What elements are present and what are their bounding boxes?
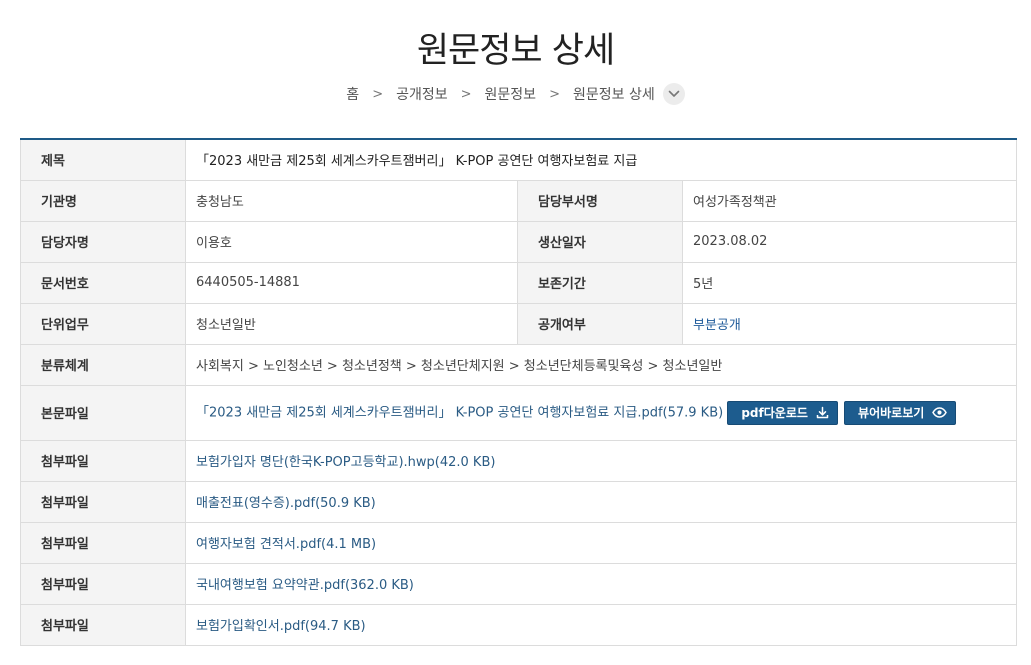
agency-row: 기관명 충청남도 담당부서명 여성가족정책관 [20,179,1018,222]
attachment-link[interactable]: 보험가입자 명단(한국K-POP고등학교).hwp(42.0 KB) [196,455,495,470]
breadcrumb-current: 원문정보 상세 [572,87,655,103]
dept-value: 여성가족정책관 [681,179,1018,222]
retention-label: 보존기간 [517,261,683,304]
attachment-row: 첨부파일 보험가입확인서.pdf(94.7 KB) [20,603,1018,646]
category-label: 분류체계 [20,343,186,386]
dept-label: 담당부서명 [517,179,683,222]
attachment-label: 첨부파일 [20,439,186,482]
agency-value: 충청남도 [185,179,518,222]
category-row: 분류체계 사회복지 > 노인청소년 > 청소년정책 > 청소년단체지원 > 청소… [20,343,1018,386]
breadcrumb-separator: > [460,86,472,102]
breadcrumb-home[interactable]: 홈 [346,84,359,104]
attachment-row: 첨부파일 여행자보험 견적서.pdf(4.1 MB) [20,521,1018,564]
attachment-cell: 매출전표(영수증).pdf(50.9 KB) [184,480,1018,523]
attachment-label: 첨부파일 [20,603,186,646]
disclosure-label: 공개여부 [517,302,683,345]
person-row: 담당자명 이용호 생산일자 2023.08.02 [20,220,1018,263]
attachment-row: 첨부파일 국내여행보험 요약약관.pdf(362.0 KB) [20,562,1018,605]
attachment-link[interactable]: 국내여행보험 요약약관.pdf(362.0 KB) [196,578,414,593]
title-row: 제목 「2023 새만금 제25회 세계스카우트잼버리」 K-POP 공연단 여… [20,138,1018,181]
retention-value: 5년 [681,261,1018,304]
disclosure-value: 부분공개 [681,302,1018,345]
disclosure-status-link[interactable]: 부분공개 [693,318,741,333]
page-title: 원문정보 상세 [416,31,615,71]
attachment-link[interactable]: 보험가입확인서.pdf(94.7 KB) [196,619,366,634]
attachment-row: 첨부파일 매출전표(영수증).pdf(50.9 KB) [20,480,1018,523]
pdf-download-label: pdf다운로드 [741,406,808,420]
attachment-label: 첨부파일 [20,521,186,564]
attachment-link[interactable]: 여행자보험 견적서.pdf(4.1 MB) [196,537,376,552]
attachment-link[interactable]: 매출전표(영수증).pdf(50.9 KB) [196,496,376,511]
detail-table: 제목 「2023 새만금 제25회 세계스카우트잼버리」 K-POP 공연단 여… [20,138,1018,646]
docno-row: 문서번호 6440505-14881 보존기간 5년 [20,261,1018,304]
body-file-label: 본문파일 [20,384,186,441]
attachment-cell: 보험가입확인서.pdf(94.7 KB) [184,603,1018,646]
body-file-row: 본문파일 「2023 새만금 제25회 세계스카우트잼버리」 K-POP 공연단… [20,384,1018,441]
eye-icon [932,407,948,418]
title-label: 제목 [20,138,186,181]
chevron-down-icon [668,90,680,97]
attachment-cell: 여행자보험 견적서.pdf(4.1 MB) [184,521,1018,564]
docno-value: 6440505-14881 [185,261,518,304]
body-file-link[interactable]: 「2023 새만금 제25회 세계스카우트잼버리」 K-POP 공연단 여행자보… [196,405,723,420]
attachment-cell: 보험가입자 명단(한국K-POP고등학교).hwp(42.0 KB) [184,439,1018,482]
viewer-button[interactable]: 뷰어바로보기 [844,400,957,425]
breadcrumb-public-info[interactable]: 공개정보 [396,84,448,104]
date-label: 생산일자 [517,220,683,263]
task-row: 단위업무 청소년일반 공개여부 부분공개 [20,302,1018,345]
breadcrumb-separator: > [372,86,384,102]
pdf-download-button[interactable]: pdf다운로드 [727,400,838,425]
breadcrumb: 홈 > 공개정보 > 원문정보 > 원문정보 상세 [0,82,1031,106]
body-file-cell: 「2023 새만금 제25회 세계스카우트잼버리」 K-POP 공연단 여행자보… [184,384,1018,441]
agency-label: 기관명 [20,179,186,222]
attachment-label: 첨부파일 [20,480,186,523]
breadcrumb-separator: > [549,86,560,102]
docno-label: 문서번호 [20,261,186,304]
download-icon [816,406,829,419]
attachment-label: 첨부파일 [20,562,186,605]
breadcrumb-expand-button[interactable] [662,83,685,105]
category-value: 사회복지 > 노인청소년 > 청소년정책 > 청소년단체지원 > 청소년단체등록… [184,343,1018,386]
attachment-cell: 국내여행보험 요약약관.pdf(362.0 KB) [184,562,1018,605]
attachment-row: 첨부파일 보험가입자 명단(한국K-POP고등학교).hwp(42.0 KB) [20,439,1018,482]
viewer-label: 뷰어바로보기 [858,406,925,420]
breadcrumb-original-info[interactable]: 원문정보 [485,84,537,104]
date-value: 2023.08.02 [681,220,1018,263]
person-value: 이용호 [185,220,518,263]
task-label: 단위업무 [20,302,186,345]
task-value: 청소년일반 [185,302,518,345]
title-value: 「2023 새만금 제25회 세계스카우트잼버리」 K-POP 공연단 여행자보… [184,138,1018,181]
person-label: 담당자명 [20,220,186,263]
